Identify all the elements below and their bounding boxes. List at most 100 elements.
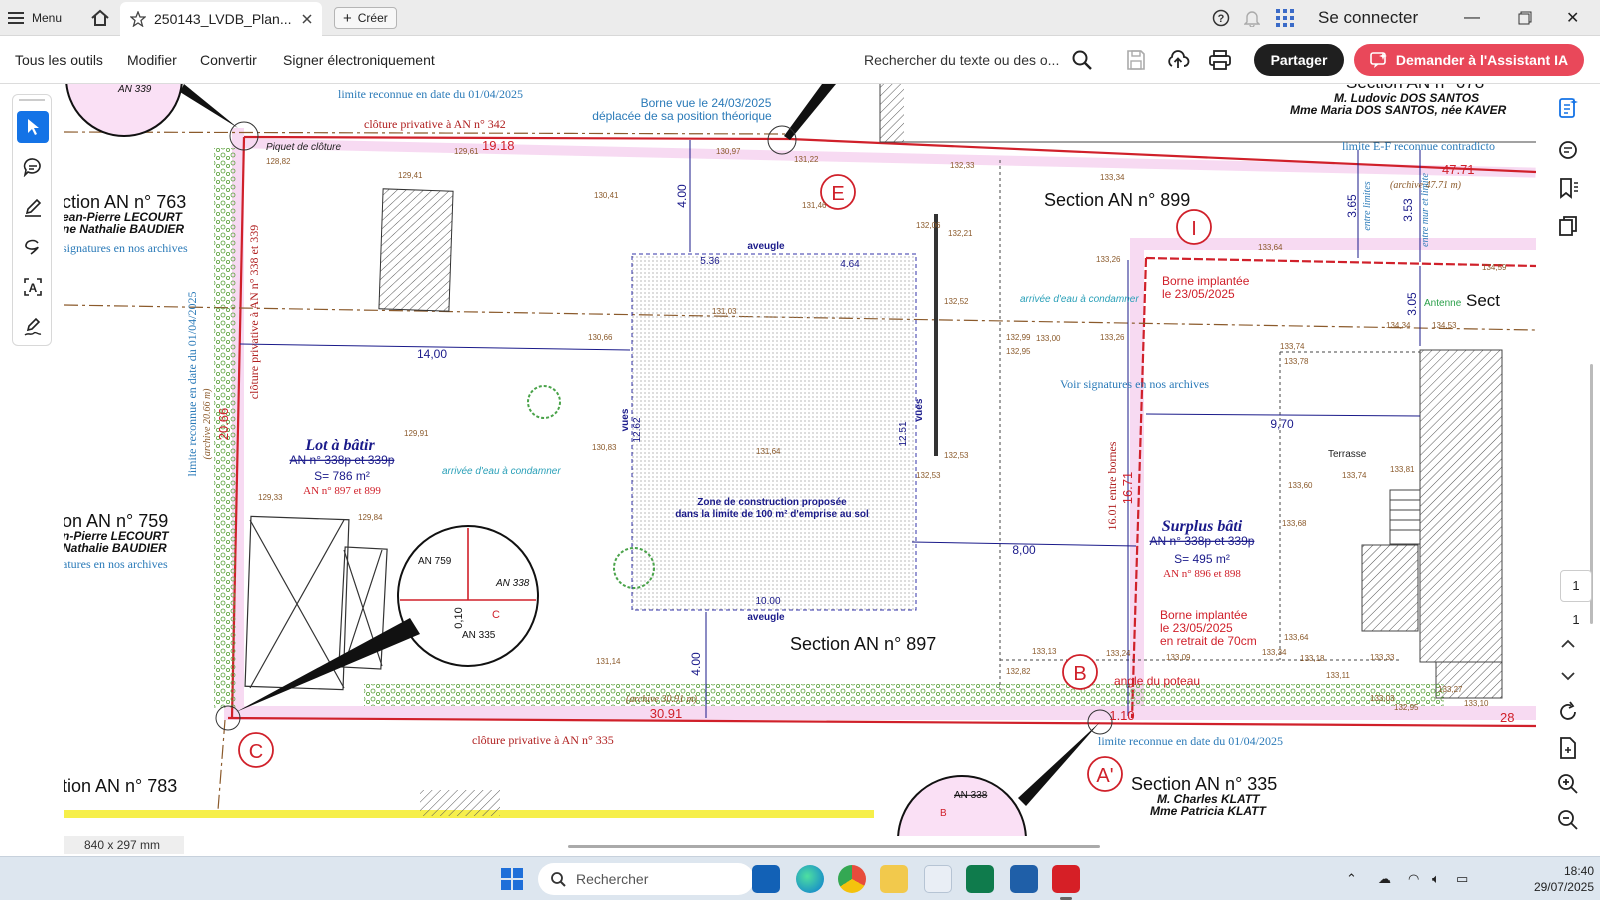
spot-height-label: 128,82	[266, 157, 291, 166]
search-icon[interactable]	[1070, 48, 1094, 72]
app-icon[interactable]	[1010, 865, 1038, 893]
ai-summary-icon[interactable]	[1556, 96, 1580, 120]
cloud-upload-icon[interactable]	[1166, 48, 1190, 72]
file-explorer-icon[interactable]	[880, 865, 908, 893]
outlook-icon[interactable]	[752, 865, 780, 893]
pages-panel-icon[interactable]	[1556, 214, 1580, 238]
ai-assistant-button[interactable]: Demander à l'Assistant IA	[1354, 44, 1584, 76]
section-335-owner2: Mme Patricia KLATT	[1150, 804, 1267, 818]
main-toolbar: Tous les outils Modifier Convertir Signe…	[0, 36, 1600, 84]
help-icon[interactable]: ?	[1212, 0, 1230, 36]
edge-icon[interactable]	[796, 865, 824, 893]
spot-height-label: 133,64	[1258, 243, 1283, 252]
bell-icon[interactable]	[1244, 0, 1260, 36]
spot-height-label: 133,74	[1280, 342, 1305, 351]
wifi-icon[interactable]: ◠	[1408, 871, 1419, 887]
home-button[interactable]	[88, 0, 112, 36]
section-678-owner2: Mme Maria DOS SANTOS, née KAVER	[1290, 103, 1507, 117]
windows-taskbar: Rechercher ⌃ ☁ ◠ 🔈︎ ▭ 18:40 29/07/2025	[0, 856, 1600, 900]
spot-height-label: 131,14	[596, 657, 621, 666]
spot-height-label: 133,13	[1032, 647, 1057, 656]
save-icon[interactable]	[1124, 48, 1148, 72]
sign-tool[interactable]	[17, 311, 49, 343]
chevron-down-icon[interactable]	[1556, 664, 1580, 688]
dim-1262: 12.62	[632, 417, 643, 442]
volume-icon[interactable]: 🔈︎	[1432, 871, 1440, 887]
cloture-338-note: clôture privative à AN n° 338 et 339	[247, 225, 261, 399]
rotate-icon[interactable]	[1556, 700, 1580, 724]
draw-tool[interactable]	[17, 231, 49, 263]
point-label-i: I	[1191, 218, 1197, 240]
close-tab-icon[interactable]	[302, 14, 312, 24]
windows-start-icon[interactable]	[500, 867, 524, 891]
surplus-surface: S= 495 m²	[1174, 552, 1230, 566]
borne-implantee-2-line3: en retrait de 70cm	[1160, 634, 1257, 648]
search-icon	[551, 872, 566, 887]
zone-line2: dans la limite de 100 m² d'emprise au so…	[675, 509, 869, 520]
rail-drag-handle[interactable]	[19, 99, 45, 101]
comment-tool[interactable]	[17, 151, 49, 183]
battery-icon[interactable]: ▭	[1456, 871, 1468, 887]
horizontal-scrollbar[interactable]	[568, 845, 1100, 848]
print-icon[interactable]	[1208, 48, 1232, 72]
menu-button[interactable]: Menu	[8, 0, 62, 36]
maximize-icon[interactable]	[1518, 0, 1532, 36]
arrivee-eau-right: arrivée d'eau à condamner	[1020, 294, 1139, 305]
tab-document[interactable]: 250143_LVDB_Plan...	[120, 2, 322, 36]
menu-all-tools[interactable]: Tous les outils	[15, 36, 103, 84]
zoom-in-icon[interactable]	[1556, 772, 1580, 796]
page-size-indicator: 840 x 297 mm	[64, 836, 184, 854]
share-button[interactable]: Partager	[1254, 44, 1344, 76]
spot-height-label: 131,22	[794, 155, 819, 164]
star-icon[interactable]	[130, 11, 146, 27]
create-button[interactable]: + Créer	[334, 7, 397, 29]
dim-305: 3.05	[1405, 292, 1419, 316]
close-window-icon[interactable]: ✕	[1566, 0, 1579, 36]
taskbar-search[interactable]: Rechercher	[538, 863, 754, 895]
page-info-icon[interactable]	[1556, 736, 1580, 760]
current-page-input[interactable]: 1	[1560, 570, 1592, 602]
sign-in-link[interactable]: Se connecter	[1318, 0, 1418, 36]
chrome-icon[interactable]	[838, 865, 866, 893]
spot-height-label: 133,27	[1438, 685, 1463, 694]
comments-panel-icon[interactable]	[1556, 138, 1580, 162]
text-recognition-tool[interactable]: A	[17, 271, 49, 303]
spot-height-label: 130,83	[592, 443, 617, 452]
hamburger-icon	[8, 12, 24, 24]
spot-height-label: 132,21	[948, 229, 973, 238]
dim-1671: 16.71	[1120, 472, 1135, 505]
spot-height-label: 129,41	[398, 171, 423, 180]
publisher-icon[interactable]	[966, 865, 994, 893]
spot-height-label: 134,59	[1482, 263, 1507, 272]
document-canvas[interactable]: limite reconnue en date du 01/04/2025 cl…	[64, 84, 1536, 836]
snipping-tool-icon[interactable]	[924, 865, 952, 893]
find-text-field[interactable]: Rechercher du texte ou des o...	[864, 36, 1059, 84]
acrobat-icon[interactable]	[1052, 865, 1080, 893]
title-bar: Menu 250143_LVDB_Plan... + Créer ? Se co…	[0, 0, 1600, 36]
entre-mur-note: entre mur et limite	[1420, 173, 1431, 247]
bookmarks-icon[interactable]	[1556, 176, 1580, 200]
select-tool[interactable]	[17, 111, 49, 143]
spot-height-label: 133,03	[1370, 694, 1395, 703]
zoom-out-icon[interactable]	[1556, 808, 1580, 832]
system-clock[interactable]: 18:40 29/07/2025	[1526, 863, 1594, 895]
network-icon[interactable]: ☁	[1378, 871, 1391, 887]
lot-title: Lot à bâtir	[304, 437, 375, 454]
section-759-title: on AN n° 759	[64, 511, 168, 531]
chevron-up-icon[interactable]: ⌃	[1346, 871, 1357, 887]
spot-height-label: 133,26	[1096, 255, 1121, 264]
menu-convert[interactable]: Convertir	[200, 36, 257, 84]
menu-edit[interactable]: Modifier	[127, 36, 177, 84]
section-783-title: tion AN n° 783	[64, 776, 177, 796]
spot-height-label: 133,34	[1100, 173, 1125, 182]
point-label-e: E	[831, 183, 844, 205]
menu-e-sign[interactable]: Signer électroniquement	[283, 36, 435, 84]
annex-hatch	[1361, 544, 1419, 632]
spot-height-label: 131,03	[712, 307, 737, 316]
surplus-ref: AN n° 338p et 339p	[1150, 534, 1255, 548]
chevron-up-icon[interactable]	[1556, 632, 1580, 656]
highlight-tool[interactable]	[17, 191, 49, 223]
building-hatch-right	[1419, 349, 1503, 663]
apps-grid-icon[interactable]	[1276, 0, 1294, 36]
minimize-icon[interactable]: —	[1464, 0, 1480, 36]
